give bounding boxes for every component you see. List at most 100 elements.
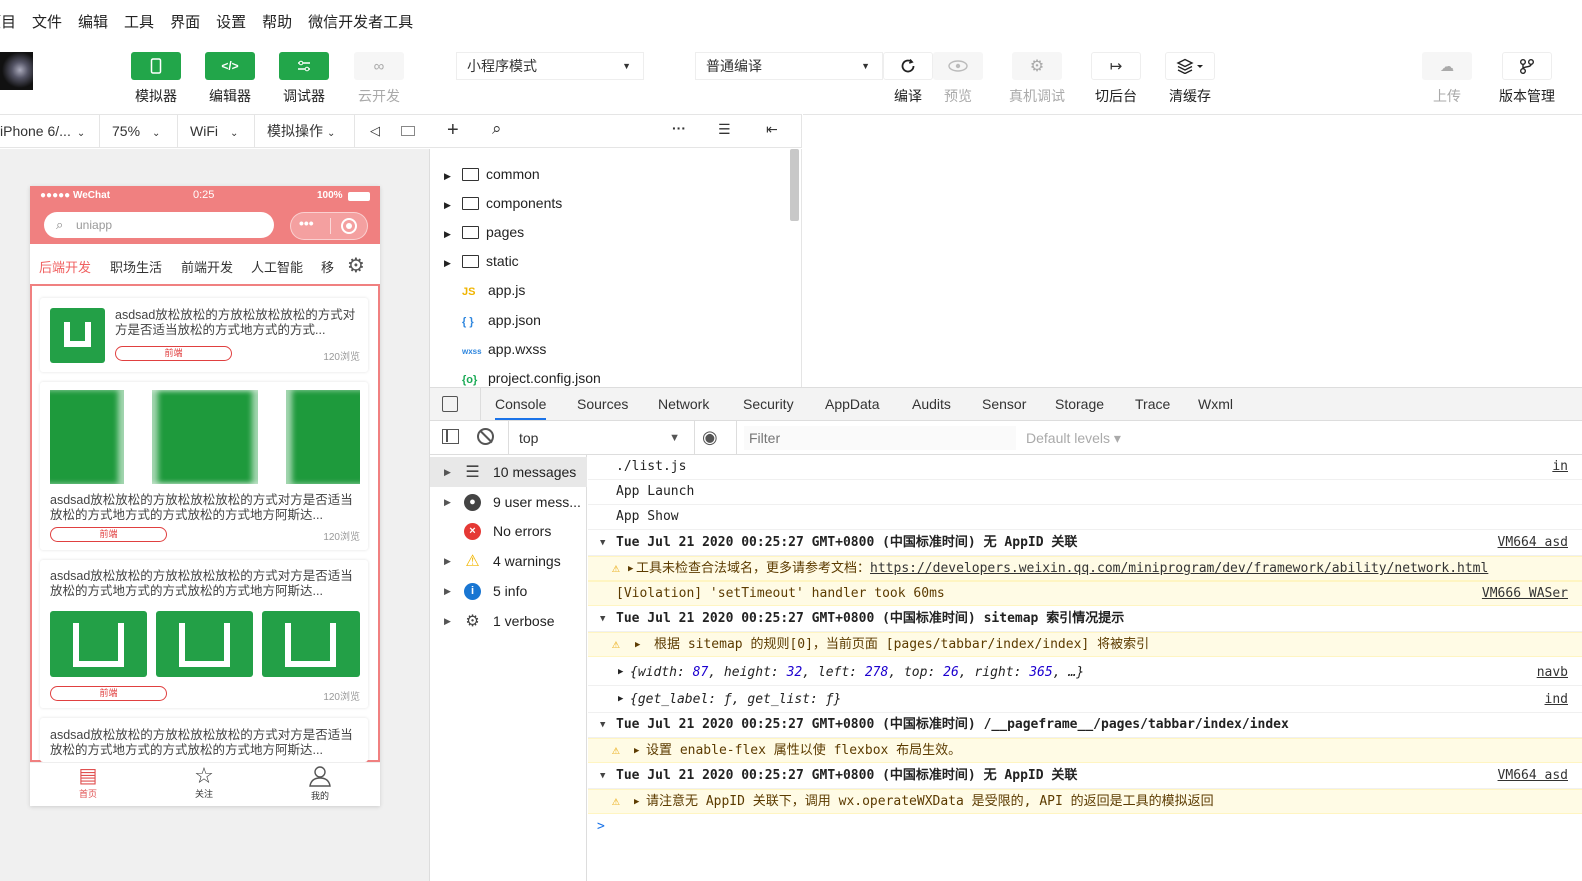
console-prompt[interactable]: > xyxy=(588,815,1582,840)
menu-file[interactable]: 文件 xyxy=(32,11,62,32)
file-tree-item[interactable]: ▶ static xyxy=(444,247,519,276)
file-tree-item[interactable]: { } app.json xyxy=(462,306,541,335)
console-group[interactable]: ▼ Tue Jul 21 2020 00:25:27 GMT+0800 (中国标准… xyxy=(588,531,1582,556)
tab-backend[interactable]: 后端开发 xyxy=(39,257,91,276)
tab-career[interactable]: 职场生活 xyxy=(110,257,162,276)
compile-button[interactable]: 编译 xyxy=(881,52,935,106)
file-tree-item[interactable]: JS app.js xyxy=(462,276,525,305)
source-link[interactable]: navb xyxy=(1537,659,1568,685)
tab-mine[interactable]: 我的 xyxy=(290,765,350,802)
tab-home[interactable]: ▤ 首页 xyxy=(58,765,118,800)
tab-sources[interactable]: Sources xyxy=(577,396,628,412)
cloud-dev-button[interactable]: ∞ 云开发 xyxy=(352,52,406,106)
search-input[interactable]: ⌕ uniapp xyxy=(44,212,274,238)
tab-frontend[interactable]: 前端开发 xyxy=(181,257,233,276)
close-target-icon[interactable] xyxy=(341,218,357,234)
console-filter-item[interactable]: ▶ ⚙ 1 verbose xyxy=(430,606,587,636)
tab-wxml[interactable]: Wxml xyxy=(1198,396,1233,412)
eye-icon[interactable]: ◉ xyxy=(702,427,718,448)
more-icon[interactable]: ••• xyxy=(299,215,314,231)
console-warning[interactable]: ⚠ ▶ 工具未检查合法域名，更多请参考文档：https://developers.w… xyxy=(588,556,1582,581)
mode-select[interactable]: 小程序模式 ▼ xyxy=(456,52,644,80)
list-item[interactable]: asdsad放松放松的方放松放松放松的方式对方是否适当放松的方式地方式的方式..… xyxy=(40,298,368,372)
debugger-button[interactable]: 调试器 xyxy=(277,52,331,106)
add-icon[interactable]: + xyxy=(447,119,459,142)
tab-trace[interactable]: Trace xyxy=(1135,396,1170,412)
console-group[interactable]: ▼ Tue Jul 21 2020 00:25:27 GMT+0800 (中国标准… xyxy=(588,764,1582,789)
file-tree-item[interactable]: ▶ common xyxy=(444,160,540,189)
compile-select[interactable]: 普通编译 ▼ xyxy=(695,52,883,80)
console-filter-item[interactable]: ▶ ☰ 10 messages xyxy=(430,457,587,487)
file-tree-item[interactable]: ▶ components xyxy=(444,189,562,218)
tab-console[interactable]: Console xyxy=(495,396,547,420)
version-button[interactable]: 版本管理 xyxy=(1496,52,1558,106)
list-item[interactable]: asdsad放松放松的方放松放松放松的方式对方是否适当放松的方式地方式的方式放松… xyxy=(40,718,368,762)
tab-appdata[interactable]: AppData xyxy=(825,396,879,412)
network-select[interactable]: WiFi ⌄ xyxy=(178,115,255,147)
console-object[interactable]: ▶ {width: 87, height: 32, left: 278, top:… xyxy=(588,659,1582,686)
menu-tools[interactable]: 工具 xyxy=(124,11,154,32)
file-tree-item[interactable]: ▶ pages xyxy=(444,218,524,247)
filter-input[interactable] xyxy=(744,426,1016,450)
zoom-select[interactable]: 75% ⌄ xyxy=(100,115,178,147)
console-warning[interactable]: ⚠ ▶ 根据 sitemap 的规则[0]，当前页面 [pages/tabbar/i… xyxy=(588,632,1582,657)
clear-cache-button[interactable]: 清缓存 xyxy=(1163,52,1217,106)
tab-mobile[interactable]: 移 xyxy=(321,257,334,276)
inspect-icon[interactable] xyxy=(442,396,458,412)
simulator-button[interactable]: 模拟器 xyxy=(129,52,183,106)
tab-network[interactable]: Network xyxy=(658,396,709,412)
editor-button[interactable]: </> 编辑器 xyxy=(203,52,257,106)
list-item[interactable]: asdsad放松放松的方放松放松放松的方式对方是否适当放松的方式地方式的方式放松… xyxy=(40,560,368,708)
operation-select[interactable]: 模拟操作 ⌄ xyxy=(255,115,355,147)
preview-button[interactable]: 预览 xyxy=(931,52,985,106)
avatar[interactable] xyxy=(0,52,33,90)
tab-follow[interactable]: ☆ 关注 xyxy=(174,765,234,800)
tab-audits[interactable]: Audits xyxy=(912,396,951,412)
source-link[interactable]: VM664 asd xyxy=(1498,764,1568,788)
menu-project[interactable]: 项目 xyxy=(0,11,16,32)
remote-debug-button[interactable]: ⚙ 真机调试 xyxy=(1006,52,1068,106)
menu-edit[interactable]: 编辑 xyxy=(78,11,108,32)
toggle-panel-icon[interactable]: ⇤ xyxy=(766,121,778,138)
console-warning[interactable]: ⚠ ▶ 设置 enable-flex 属性以使 flexbox 布局生效。 xyxy=(588,738,1582,763)
volume-icon[interactable]: ◁ xyxy=(370,123,380,139)
source-link[interactable]: VM666 WASer xyxy=(1482,582,1568,605)
list-item[interactable]: asdsad放松放松的方放松放松放松的方式对方是否适当放松的方式地方式的方式放松… xyxy=(40,382,368,550)
tab-sensor[interactable]: Sensor xyxy=(982,396,1026,412)
menu-capsule[interactable]: ••• xyxy=(290,212,368,240)
clear-console-icon[interactable] xyxy=(477,428,494,445)
file-name: components xyxy=(486,195,563,212)
console-group[interactable]: ▼ Tue Jul 21 2020 00:25:27 GMT+0800 (中国标准… xyxy=(588,713,1582,738)
console-filter-item[interactable]: ▶ ● 9 user mess... xyxy=(430,487,587,517)
collapse-icon[interactable]: ☰ xyxy=(718,121,731,138)
console-group[interactable]: ▼ Tue Jul 21 2020 00:25:27 GMT+0800 (中国标准… xyxy=(588,607,1582,632)
window-icon[interactable] xyxy=(401,126,415,136)
upload-button[interactable]: ☁ 上传 xyxy=(1420,52,1474,106)
console-filter-item[interactable]: ▶ i 5 info xyxy=(430,576,587,606)
source-link[interactable]: in xyxy=(1552,455,1568,479)
menu-settings[interactable]: 设置 xyxy=(216,11,246,32)
log-levels-select[interactable]: Default levels ▾ xyxy=(1026,430,1121,447)
console-filter-item[interactable]: × No errors xyxy=(430,516,587,546)
menu-help[interactable]: 帮助 xyxy=(262,11,292,32)
console-object[interactable]: ▶ {get_label: ƒ, get_list: ƒ} ind xyxy=(588,686,1582,713)
device-select[interactable]: iPhone 6/... ⌄ xyxy=(0,115,100,147)
source-link[interactable]: VM664 asd xyxy=(1498,531,1568,555)
tab-ai[interactable]: 人工智能 xyxy=(251,257,303,276)
file-tree-item[interactable]: wxss app.wxss xyxy=(462,335,546,364)
source-link[interactable]: ind xyxy=(1545,686,1568,712)
tab-storage[interactable]: Storage xyxy=(1055,396,1104,412)
console-filter-item[interactable]: ▶ ⚠ 4 warnings xyxy=(430,546,587,576)
doc-link[interactable]: https://developers.weixin.qq.com/minipro… xyxy=(870,561,1488,576)
console-warning[interactable]: ⚠ ▶ 请注意无 AppID 关联下，调用 wx.operateWXData 是受限… xyxy=(588,789,1582,814)
background-button[interactable]: ↦ 切后台 xyxy=(1089,52,1143,106)
menu-devtools[interactable]: 微信开发者工具 xyxy=(308,11,413,32)
file-tree-scrollbar[interactable] xyxy=(790,149,799,221)
search-icon[interactable]: ⌕ xyxy=(492,119,502,139)
tab-security[interactable]: Security xyxy=(743,396,794,412)
context-select[interactable]: top ▼ xyxy=(510,425,686,451)
menu-view[interactable]: 界面 xyxy=(170,11,200,32)
sidebar-toggle-icon[interactable] xyxy=(442,429,459,444)
gear-icon[interactable]: ⚙ xyxy=(347,253,365,278)
more-icon[interactable]: ··· xyxy=(672,120,686,136)
